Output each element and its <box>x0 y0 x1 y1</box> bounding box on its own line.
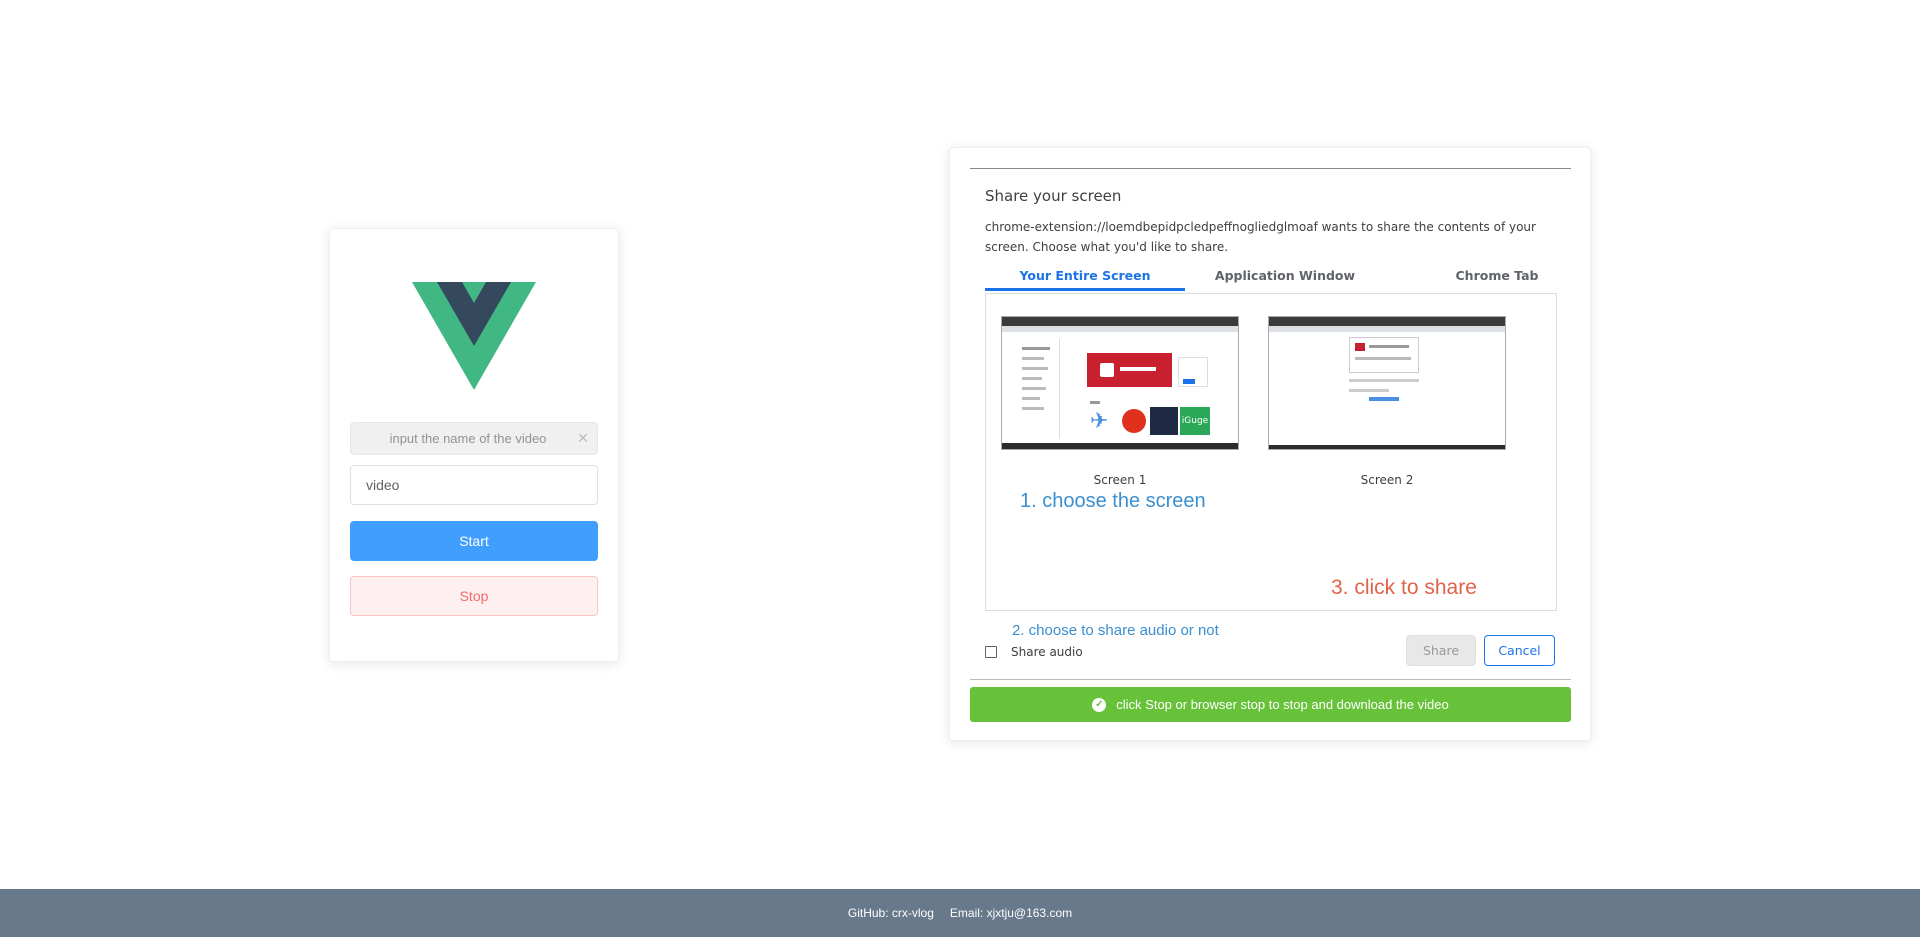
check-circle-icon: ✓ <box>1092 697 1107 712</box>
share-audio-row: Share audio <box>985 645 1083 659</box>
recorder-card: input the name of the video ✕ Start Stop <box>329 228 619 662</box>
annotation-step-3: 3. click to share <box>1331 576 1477 599</box>
tab-entire-screen[interactable]: Your Entire Screen <box>985 265 1185 291</box>
annotation-step-1: 1. choose the screen <box>1020 490 1206 512</box>
share-audio-label: Share audio <box>1011 645 1083 659</box>
video-name-placeholder: input the name of the video <box>389 431 547 446</box>
share-screen-dialog-screenshot: Share your screen chrome-extension://loe… <box>970 168 1571 680</box>
dialog-share-button[interactable]: Share <box>1406 635 1476 666</box>
tab-chrome-tab[interactable]: Chrome Tab <box>1437 265 1557 291</box>
screen-picker-panel: ✈ iGuge Screen 1 Screen 2 1. choose the … <box>985 293 1557 611</box>
screen-1-label: Screen 1 <box>1093 473 1147 487</box>
video-name-input[interactable] <box>350 465 598 505</box>
screen-1-thumbnail[interactable]: ✈ iGuge <box>1001 316 1239 450</box>
share-audio-checkbox[interactable] <box>985 646 997 658</box>
share-tabs: Your Entire Screen Application Window Ch… <box>985 265 1557 291</box>
tab-application-window[interactable]: Application Window <box>1185 265 1385 291</box>
page: input the name of the video ✕ Start Stop… <box>0 0 1920 937</box>
video-name-display[interactable]: input the name of the video ✕ <box>350 422 598 455</box>
status-message: click Stop or browser stop to stop and d… <box>1116 697 1449 712</box>
dialog-cancel-button[interactable]: Cancel <box>1484 635 1555 666</box>
screen-2-label: Screen 2 <box>1360 473 1414 487</box>
clear-icon[interactable]: ✕ <box>569 430 597 447</box>
vue-logo <box>412 282 536 390</box>
instructions-card: Share your screen chrome-extension://loe… <box>949 147 1591 741</box>
status-alert: ✓ click Stop or browser stop to stop and… <box>970 687 1571 722</box>
start-button[interactable]: Start <box>350 521 598 561</box>
footer-github[interactable]: GitHub: crx-vlog <box>848 906 934 920</box>
dialog-description: chrome-extension://loemdbepidpcledpeffno… <box>985 220 1536 254</box>
annotation-step-2: 2. choose to share audio or not <box>1012 622 1219 639</box>
dialog-title: Share your screen <box>985 187 1122 205</box>
screen-2-thumbnail[interactable] <box>1268 316 1506 450</box>
stop-button[interactable]: Stop <box>350 576 598 616</box>
footer: GitHub: crx-vlog Email: xjxtju@163.com <box>0 889 1920 937</box>
footer-email[interactable]: Email: xjxtju@163.com <box>950 906 1072 920</box>
